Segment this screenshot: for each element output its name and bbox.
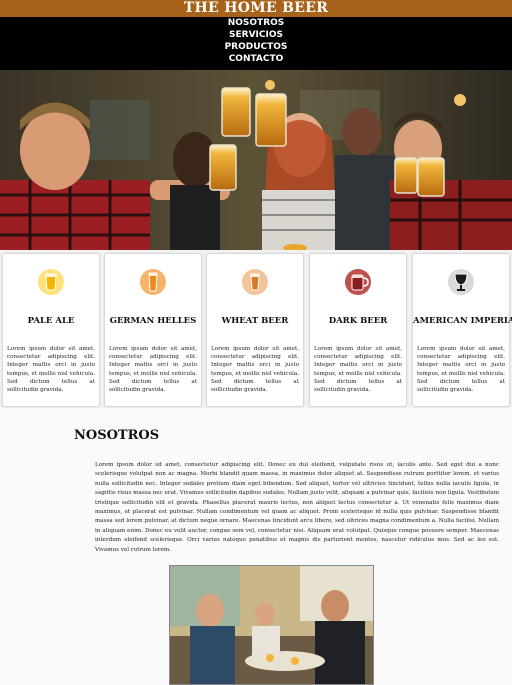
beer-card-description: Lorem ipsum dolor sit amet, consectetur … [314, 346, 402, 394]
beer-card-pale-ale[interactable]: PALE ALE Lorem ipsum dolor sit amet, con… [2, 253, 100, 407]
beer-card-title: WHEAT BEER [221, 316, 289, 326]
nav-item-servicios[interactable]: SERVICIOS [0, 29, 512, 41]
nav-item-contacto[interactable]: CONTACTO [0, 53, 512, 65]
site-title: THE HOME BEER [183, 0, 329, 16]
dark-beer-mug-icon [345, 269, 371, 295]
beer-styles-section: PALE ALE Lorem ipsum dolor sit amet, con… [0, 250, 512, 408]
beer-card-description: Lorem ipsum dolor sit amet, consectetur … [7, 346, 95, 394]
main-nav: NOSOTROS SERVICIOS PRODUCTOS CONTACTO [0, 17, 512, 70]
beer-card-title: DARK BEER [328, 316, 388, 326]
site-header: THE HOME BEER [0, 0, 512, 17]
beer-card-title: AMERICAN IMPERIAL [413, 316, 512, 326]
beer-card-description: Lorem ipsum dolor sit amet, consectetur … [109, 346, 197, 394]
beer-card-description: Lorem ipsum dolor sit amet, consectetur … [417, 346, 505, 394]
about-title: NOSOTROS [74, 428, 160, 443]
hero-image [0, 70, 512, 250]
wheat-beer-glass-icon [242, 269, 268, 295]
beer-card-german-helles[interactable]: GERMAN HELLES Lorem ipsum dolor sit amet… [104, 253, 202, 407]
beer-card-title: PALE ALE [27, 316, 75, 326]
beer-card-dark-beer[interactable]: DARK BEER Lorem ipsum dolor sit amet, co… [309, 253, 407, 407]
beer-card-title: GERMAN HELLES [109, 316, 197, 326]
helles-glass-icon [140, 269, 166, 295]
nav-item-productos[interactable]: PRODUCTOS [0, 41, 512, 53]
imperial-goblet-icon [448, 269, 474, 295]
about-image [169, 565, 374, 685]
beer-card-wheat-beer[interactable]: WHEAT BEER Lorem ipsum dolor sit amet, c… [206, 253, 304, 407]
beer-card-description: Lorem ipsum dolor sit amet, consectetur … [211, 346, 299, 394]
pale-ale-glass-icon [38, 269, 64, 295]
nav-item-nosotros[interactable]: NOSOTROS [0, 17, 512, 29]
beer-card-american-imperial[interactable]: AMERICAN IMPERIAL Lorem ipsum dolor sit … [412, 253, 512, 407]
about-paragraph: Lorem ipsum dolor sit amet, consectetur … [95, 462, 499, 553]
